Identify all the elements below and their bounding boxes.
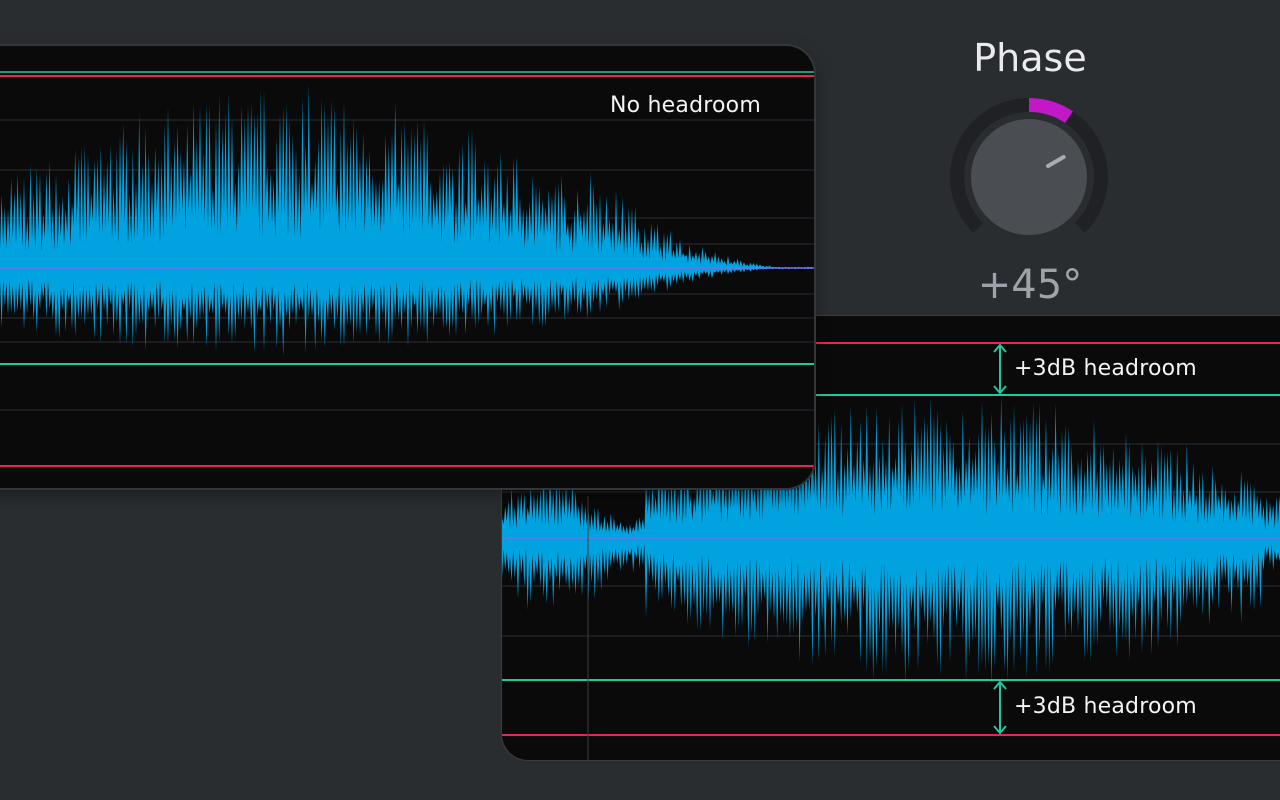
stage: +3dB headroom +3dB headroom No headroom … <box>0 0 1280 800</box>
headroom-label-bottom: +3dB headroom <box>1014 694 1197 719</box>
no-headroom-label: No headroom <box>610 93 761 118</box>
phase-knob[interactable] <box>944 92 1114 262</box>
knob-value-arc <box>1028 98 1073 124</box>
headroom-label-top: +3dB headroom <box>1014 356 1197 381</box>
double-arrow-vertical-icon <box>993 343 1007 395</box>
knob-body <box>971 119 1087 235</box>
phase-title: Phase <box>973 36 1087 80</box>
waveform-panel-no-headroom[interactable]: No headroom <box>0 46 814 488</box>
waveform-no-headroom <box>0 84 813 356</box>
double-arrow-vertical-icon <box>993 680 1007 735</box>
phase-value: +45° <box>977 262 1083 308</box>
